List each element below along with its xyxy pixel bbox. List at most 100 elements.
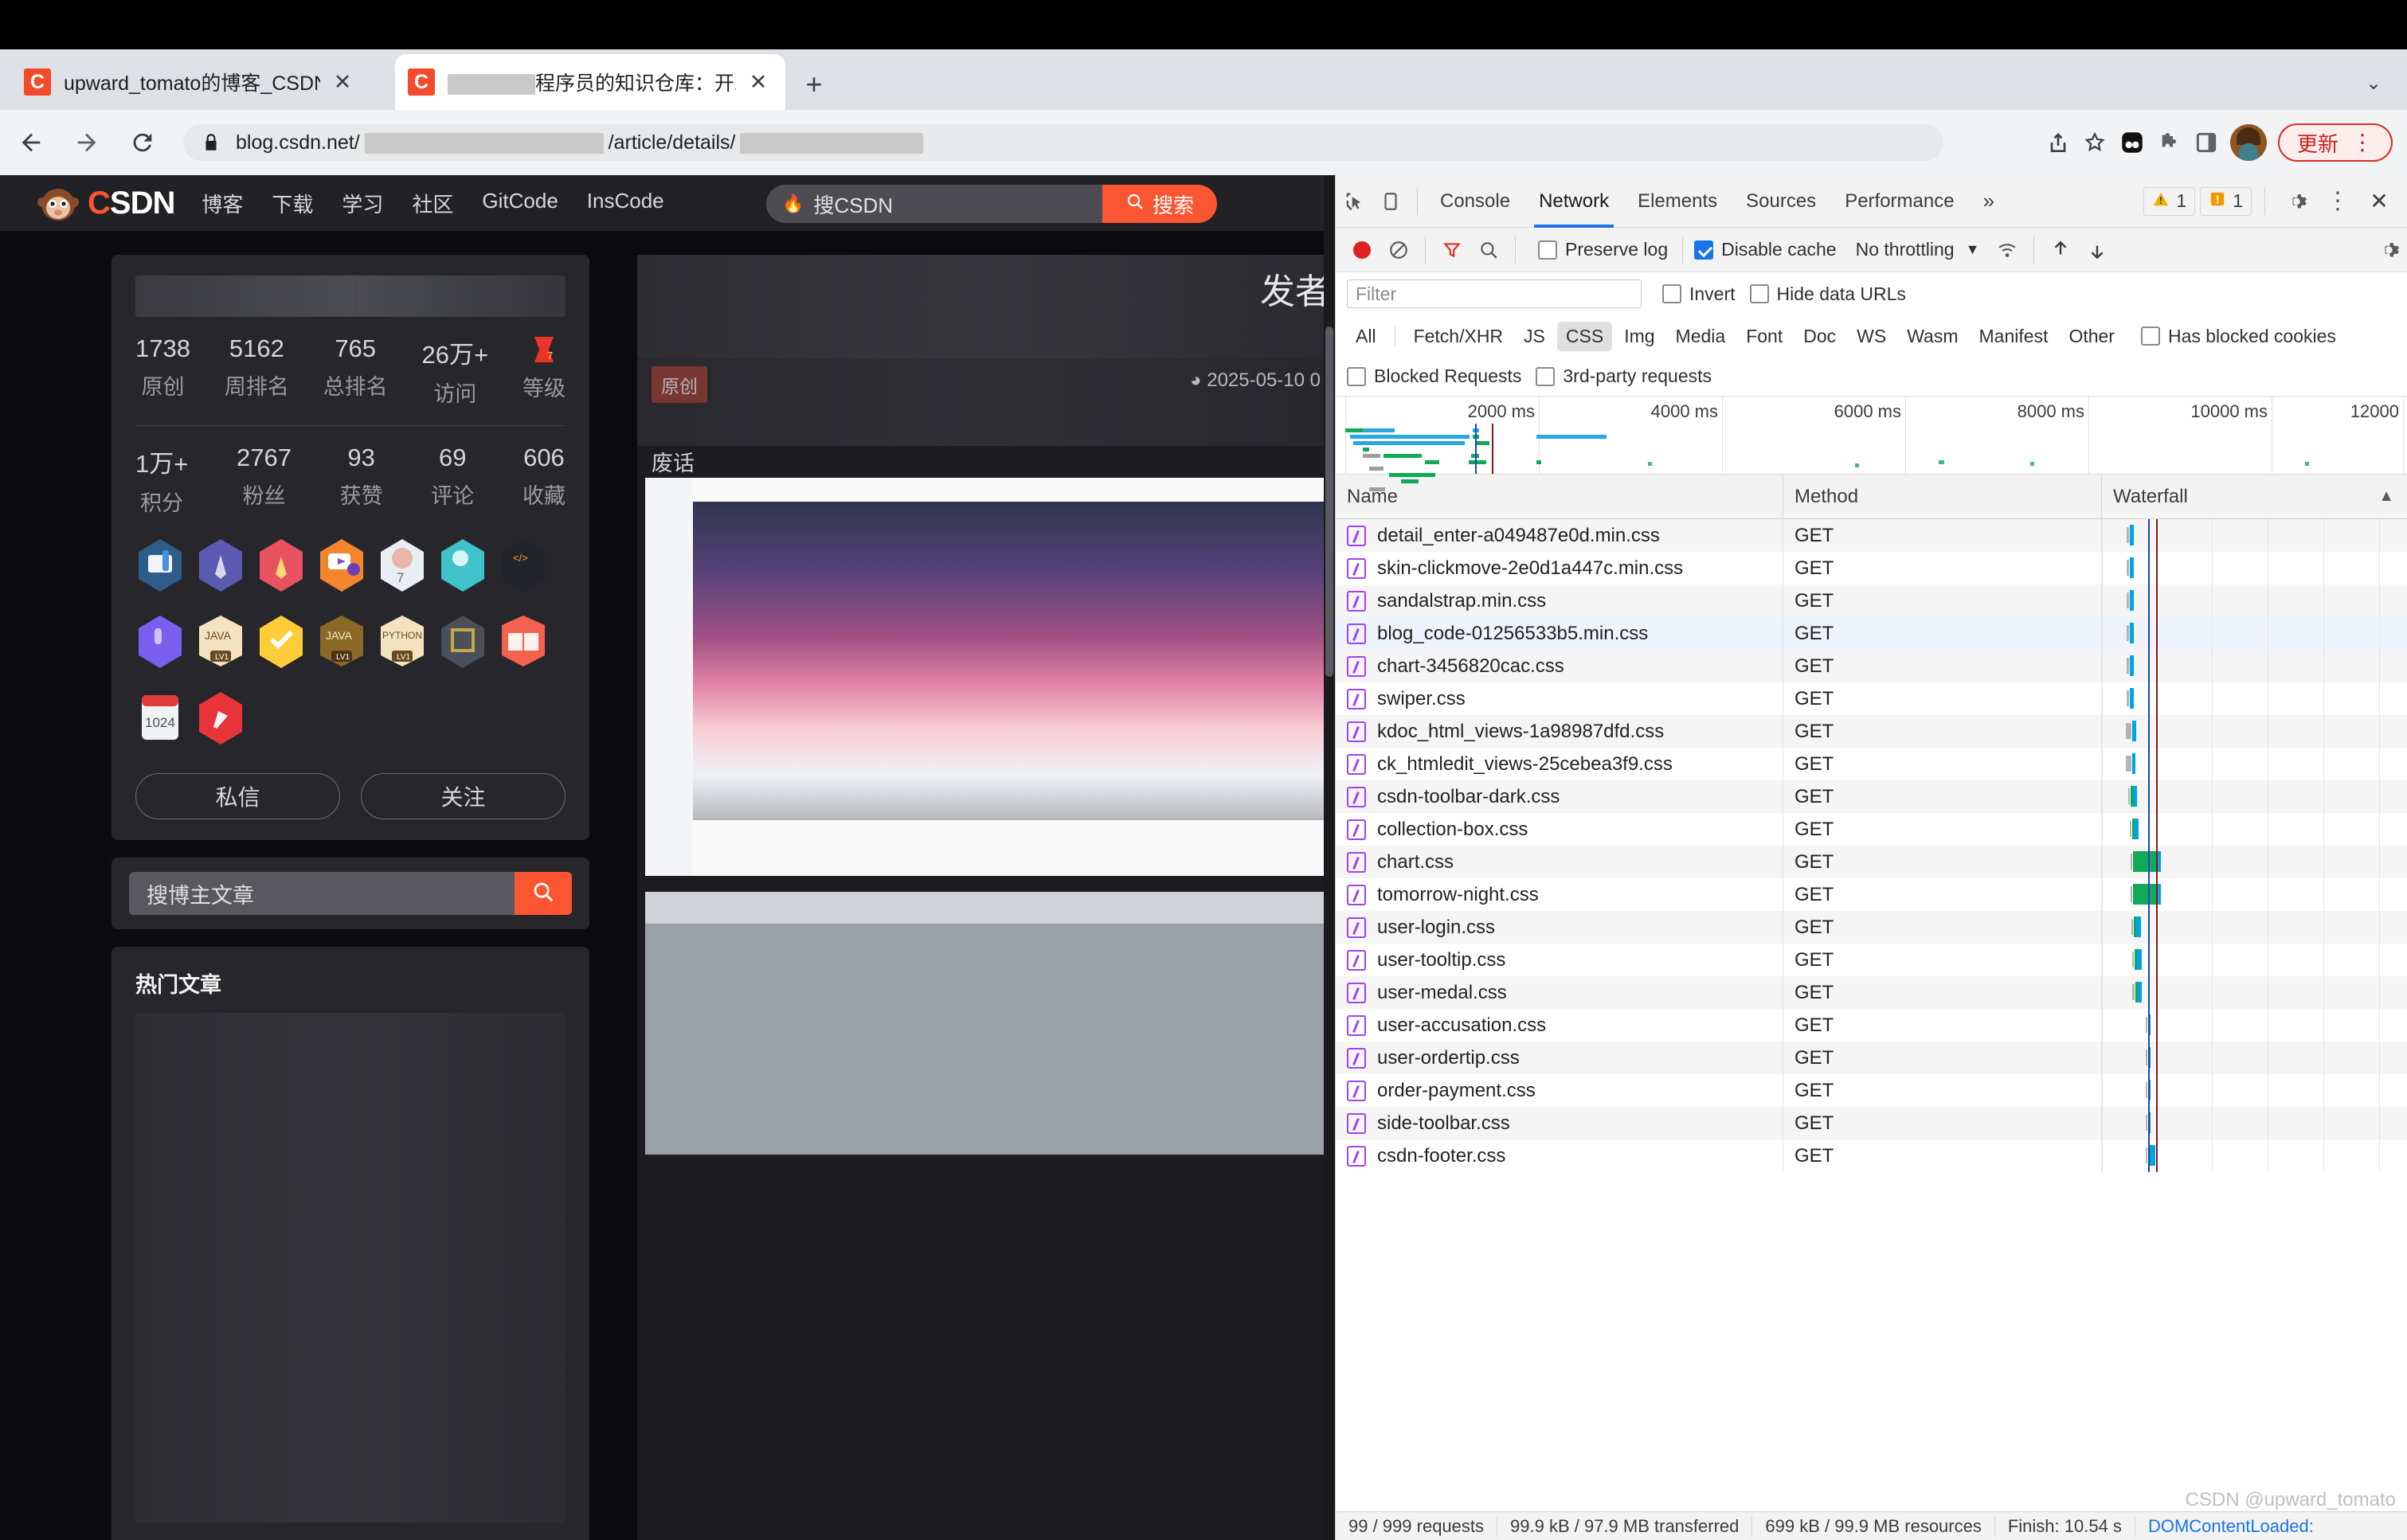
preserve-log-checkbox[interactable]: Preserve log [1538,239,1668,260]
browser-tab-1[interactable]: C upward_tomato的博客_CSDN博 ✕ [11,54,370,110]
medal-python-junior-lv1-icon[interactable]: PYTHON LV1 [378,614,427,670]
table-row[interactable]: csdn-toolbar-dark.css GET [1336,780,2407,813]
issue-count-chip[interactable]: 1 [2200,186,2252,216]
medal-heng-icon[interactable] [438,614,487,670]
throttling-select[interactable]: No throttling [1856,239,1955,260]
network-overview-timeline[interactable]: 2000 ms 4000 ms 6000 ms 8000 ms 10000 ms… [1336,397,2407,491]
request-name-cell[interactable]: sandalstrap.min.css [1336,584,1783,617]
csdn-logo[interactable]: CSDN [37,183,175,223]
request-name-cell[interactable]: kdoc_html_views-1a98987dfd.css [1336,715,1783,748]
request-name-cell[interactable]: chart-3456820cac.css [1336,650,1783,682]
table-row[interactable]: collection-box.css GET [1336,813,2407,846]
warning-count-chip[interactable]: 1 [2143,186,2196,216]
table-row[interactable]: detail_enter-a049487e0d.min.css GET [1336,519,2407,552]
type-filter-manifest[interactable]: Manifest [1971,322,2057,351]
record-stop-icon[interactable] [1353,240,1371,259]
export-har-icon[interactable] [2079,232,2115,268]
table-row[interactable]: kdoc_html_views-1a98987dfd.css GET [1336,715,2407,748]
requests-table-body[interactable]: detail_enter-a049487e0d.min.css GET skin-c… [1336,519,2407,1371]
type-filter-css[interactable]: CSS [1556,321,1613,351]
blocked-requests-checkbox[interactable]: Blocked Requests [1347,365,1521,387]
request-name-cell[interactable]: blog_code-01256533b5.min.css [1336,617,1783,650]
table-row[interactable]: chart-3456820cac.css GET [1336,650,2407,682]
sidebar-search-box[interactable]: 搜博主文章 [129,872,572,915]
table-row[interactable]: blog_code-01256533b5.min.css GET [1336,617,2407,650]
gear-icon[interactable] [2278,183,2315,220]
medal-java-engineer-lv1-icon[interactable]: JAVA LV1 [196,614,245,670]
request-name-cell[interactable]: swiper.css [1336,682,1783,715]
type-filter-media[interactable]: Media [1667,322,1735,351]
medal-column-lv1-icon[interactable]: </> [499,537,548,593]
new-tab-button[interactable]: + [796,67,832,102]
medal-comment-lv1-icon[interactable] [438,537,487,593]
type-filter-wasm[interactable]: Wasm [1898,322,1967,351]
filter-input[interactable]: Filter [1347,279,1642,308]
reload-icon[interactable] [118,118,167,167]
table-row[interactable]: csdn-footer.css GET [1336,1139,2407,1172]
back-arrow-icon[interactable] [6,118,56,167]
chevron-down-icon[interactable]: ▼ [1966,241,1980,258]
request-name-cell[interactable]: ck_htmledit_views-25cebea3f9.css [1336,748,1783,780]
request-name-cell[interactable]: chart.css [1336,846,1783,878]
table-row[interactable]: user-ordertip.css GET [1336,1042,2407,1074]
search-icon[interactable] [1470,232,1507,268]
type-filter-all[interactable]: All [1347,322,1385,351]
type-filter-img[interactable]: Img [1615,322,1663,351]
medal-video-lv10-icon[interactable] [317,537,366,593]
medal-verified-lv1-icon[interactable] [256,614,306,670]
table-row[interactable]: skin-clickmove-2e0d1a447c.min.css GET [1336,552,2407,584]
medal-checkin-7day-icon[interactable]: 7 [378,537,427,593]
hide-data-urls-checkbox[interactable]: Hide data URLs [1749,283,1906,305]
invert-checkbox[interactable]: Invert [1662,283,1736,305]
close-icon[interactable]: ✕ [328,68,357,96]
request-name-cell[interactable]: user-ordertip.css [1336,1042,1783,1074]
type-filter-doc[interactable]: Doc [1794,322,1845,351]
request-name-cell[interactable]: csdn-toolbar-dark.css [1336,780,1783,813]
table-row[interactable]: user-medal.css GET [1336,976,2407,1009]
column-header-waterfall[interactable]: Waterfall ▲ [2102,475,2407,519]
nav-link-community[interactable]: 社区 [412,189,453,218]
import-har-icon[interactable] [2042,232,2079,268]
disable-cache-checkbox[interactable]: Disable cache [1694,239,1837,260]
scrollbar-thumb[interactable] [1325,326,1333,677]
csdn-search-button[interactable]: 搜索 [1102,185,1217,223]
table-row[interactable]: user-login.css GET [1336,911,2407,944]
request-name-cell[interactable]: csdn-footer.css [1336,1139,1783,1172]
medal-1024-icon[interactable]: 1024 [135,690,185,746]
type-filter-other[interactable]: Other [2060,322,2123,351]
request-name-cell[interactable]: order-payment.css [1336,1074,1783,1107]
nav-link-download[interactable]: 下载 [272,189,313,218]
request-name-cell[interactable]: tomorrow-night.css [1336,878,1783,911]
table-row[interactable]: tomorrow-night.css GET [1336,878,2407,911]
message-button[interactable]: 私信 [135,773,340,819]
device-toolbar-icon[interactable] [1372,183,1409,220]
sidebar-search-button[interactable] [515,872,572,915]
request-name-cell[interactable]: user-medal.css [1336,976,1783,1009]
medal-creator-rookie-icon[interactable] [135,537,185,593]
table-row[interactable]: swiper.css GET [1336,682,2407,715]
share-icon[interactable] [2045,130,2071,155]
filter-funnel-icon[interactable] [1434,232,1470,268]
close-icon[interactable]: ✕ [2361,183,2397,220]
nav-link-learn[interactable]: 学习 [342,189,383,218]
address-bar[interactable]: blog.csdn.net//article/details/ [183,124,1943,161]
inspect-element-icon[interactable] [1336,183,1372,220]
update-button[interactable]: 更新 ⋮ [2277,123,2393,162]
type-filter-ws[interactable]: WS [1848,322,1895,351]
medal-writing-lv2-icon[interactable] [256,537,306,593]
forward-arrow-icon[interactable] [62,118,112,167]
three-dot-menu-icon[interactable]: ⋮ [2319,183,2356,220]
has-blocked-cookies-checkbox[interactable]: Has blocked cookies [2140,326,2336,347]
request-name-cell[interactable]: user-login.css [1336,911,1783,944]
puzzle-icon[interactable] [2157,130,2182,155]
table-row[interactable]: ck_htmledit_views-25cebea3f9.css GET [1336,748,2407,780]
request-name-cell[interactable]: user-tooltip.css [1336,944,1783,976]
table-row[interactable]: user-accusation.css GET [1336,1009,2407,1042]
nav-link-blog[interactable]: 博客 [202,189,243,218]
wifi-settings-icon[interactable] [1989,232,2025,268]
type-filter-font[interactable]: Font [1737,322,1791,351]
tab-sources[interactable]: Sources [1732,175,1830,228]
type-filter-js[interactable]: JS [1515,322,1554,351]
medal-java-junior-lv1-icon[interactable]: JAVA LV1 [317,614,366,670]
table-row[interactable]: sandalstrap.min.css GET [1336,584,2407,617]
